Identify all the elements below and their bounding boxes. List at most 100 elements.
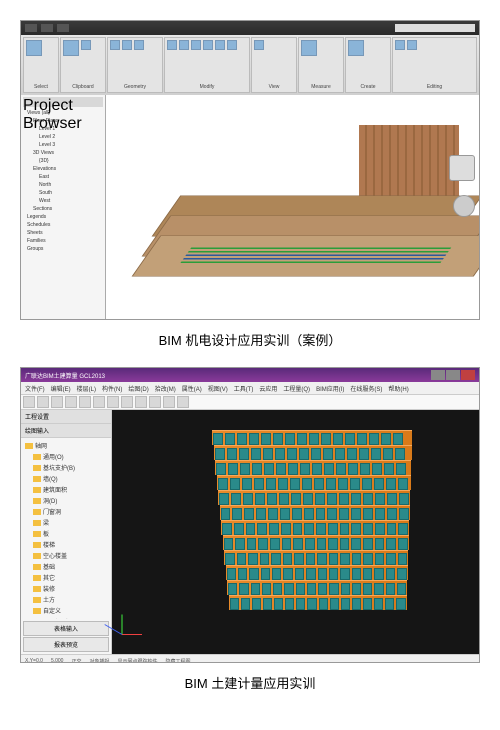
copy-icon[interactable] — [179, 40, 189, 50]
folder-icon — [33, 454, 41, 460]
maximize-icon[interactable] — [446, 370, 460, 380]
menu-online[interactable]: 在线服务(S) — [350, 384, 382, 393]
panel-title-engineering[interactable]: 工程设置 — [21, 410, 111, 424]
nav-wheel-icon[interactable] — [453, 195, 475, 217]
status-ortho[interactable]: 正交 — [71, 658, 81, 664]
revit-3d-viewport[interactable] — [106, 95, 479, 320]
tool-icon[interactable] — [121, 396, 133, 408]
tool-icon[interactable] — [51, 396, 63, 408]
move-icon[interactable] — [167, 40, 177, 50]
tool-icon[interactable] — [23, 396, 35, 408]
tree-item: 轴网 — [23, 440, 109, 451]
tree-item[interactable]: Sections — [23, 205, 103, 213]
join-icon[interactable] — [122, 40, 132, 50]
tree-item[interactable]: 3D Views — [23, 149, 103, 157]
tool-icon[interactable] — [135, 396, 147, 408]
form-input-button[interactable]: 表格输入 — [23, 621, 109, 636]
edit-icon[interactable] — [395, 40, 405, 50]
tree-item[interactable]: Schedules — [23, 221, 103, 229]
folder-icon — [33, 564, 41, 570]
tree-item: 梁 — [23, 517, 109, 528]
search-input[interactable] — [395, 24, 475, 32]
menu-component[interactable]: 构件(N) — [102, 384, 122, 393]
menu-attribute[interactable]: 属性(A) — [182, 384, 202, 393]
glodon-left-panel: 工程设置 绘图输入 轴网 通用(O) 基坑支护(B) 墙(Q) 建筑面积 洞(D… — [21, 410, 112, 654]
tree-item[interactable]: Sheets — [23, 229, 103, 237]
building-model — [106, 95, 479, 320]
folder-icon — [33, 553, 41, 559]
tool-icon[interactable] — [65, 396, 77, 408]
mirror-icon[interactable] — [203, 40, 213, 50]
select-icon[interactable] — [26, 40, 42, 56]
array-icon[interactable] — [215, 40, 225, 50]
ribbon-label-create: Create — [348, 84, 388, 90]
status-snap[interactable]: 对象捕捉 — [89, 658, 109, 664]
qat-save-icon[interactable] — [41, 24, 53, 32]
menu-view[interactable]: 视图(V) — [208, 384, 228, 393]
tree-item[interactable]: Families — [23, 237, 103, 245]
tool-icon[interactable] — [37, 396, 49, 408]
tree-item[interactable]: Level 2 — [23, 133, 103, 141]
create-icon[interactable] — [348, 40, 364, 56]
menu-draw[interactable]: 绘图(D) — [128, 384, 148, 393]
tree-header: Project Browser — [23, 97, 103, 107]
tool-icon[interactable] — [163, 396, 175, 408]
cope-icon[interactable] — [110, 40, 120, 50]
tree-item[interactable]: Level 3 — [23, 141, 103, 149]
menu-file[interactable]: 文件(F) — [25, 384, 45, 393]
menu-bim[interactable]: BIM应用(I) — [316, 384, 344, 393]
cut-icon[interactable] — [81, 40, 91, 50]
menu-tool[interactable]: 工具(T) — [234, 384, 254, 393]
folder-icon — [33, 487, 41, 493]
minimize-icon[interactable] — [431, 370, 445, 380]
building-model — [212, 430, 432, 620]
edit2-icon[interactable] — [407, 40, 417, 50]
rotate-icon[interactable] — [191, 40, 201, 50]
tree-item: 装修 — [23, 583, 109, 594]
tree-item[interactable]: Elevations — [23, 165, 103, 173]
menu-quantity[interactable]: 工程量(Q) — [283, 384, 310, 393]
qat-undo-icon[interactable] — [57, 24, 69, 32]
panel-title-drawing[interactable]: 绘图输入 — [21, 424, 111, 438]
folder-icon — [33, 476, 41, 482]
ribbon-label-modify: Modify — [167, 84, 247, 90]
tool-icon[interactable] — [177, 396, 189, 408]
tree-item[interactable]: South — [23, 189, 103, 197]
app-menu-icon[interactable] — [25, 24, 37, 32]
tree-item[interactable]: East — [23, 173, 103, 181]
viewcube-icon[interactable] — [449, 155, 475, 181]
split-icon[interactable] — [134, 40, 144, 50]
paste-icon[interactable] — [63, 40, 79, 56]
menu-edit[interactable]: 编辑(E) — [51, 384, 71, 393]
tree-item[interactable]: {3D} — [23, 157, 103, 165]
tree-item[interactable]: West — [23, 197, 103, 205]
view-icon[interactable] — [254, 40, 264, 50]
scale-icon[interactable] — [227, 40, 237, 50]
tool-icon[interactable] — [79, 396, 91, 408]
menu-cloud[interactable]: 云应用 — [259, 384, 277, 393]
project-browser[interactable]: Project Browser Views (all) Floor Plans … — [21, 95, 106, 320]
folder-icon — [33, 586, 41, 592]
tool-icon[interactable] — [107, 396, 119, 408]
menu-help[interactable]: 帮助(H) — [388, 384, 408, 393]
tree-item[interactable]: Groups — [23, 245, 103, 253]
status-coords: X,Y=0,0 — [25, 658, 43, 663]
tree-item[interactable]: North — [23, 181, 103, 189]
menu-floor[interactable]: 楼层(L) — [77, 384, 96, 393]
tool-icon[interactable] — [93, 396, 105, 408]
component-tree[interactable]: 轴网 通用(O) 基坑支护(B) 墙(Q) 建筑面积 洞(D) 门窗洞 梁 板 … — [21, 438, 111, 619]
report-preview-button[interactable]: 报表预览 — [23, 637, 109, 652]
tree-item: 基坑支护(B) — [23, 462, 109, 473]
menu-modify[interactable]: 拾改(M) — [155, 384, 176, 393]
glodon-toolbar — [21, 395, 479, 410]
close-icon[interactable] — [461, 370, 475, 380]
caption-1: BIM 机电设计应用实训（案例） — [20, 330, 480, 349]
status-track[interactable]: 显示网点跟踪构件 — [117, 658, 157, 664]
glodon-3d-viewport[interactable] — [112, 410, 479, 654]
tool-icon[interactable] — [149, 396, 161, 408]
measure-icon[interactable] — [301, 40, 317, 56]
tree-item[interactable]: Legends — [23, 213, 103, 221]
mep-pipes — [179, 245, 453, 265]
tree-item: 楼梯 — [23, 539, 109, 550]
status-hide[interactable]: 隐藏工程图 — [166, 658, 191, 664]
